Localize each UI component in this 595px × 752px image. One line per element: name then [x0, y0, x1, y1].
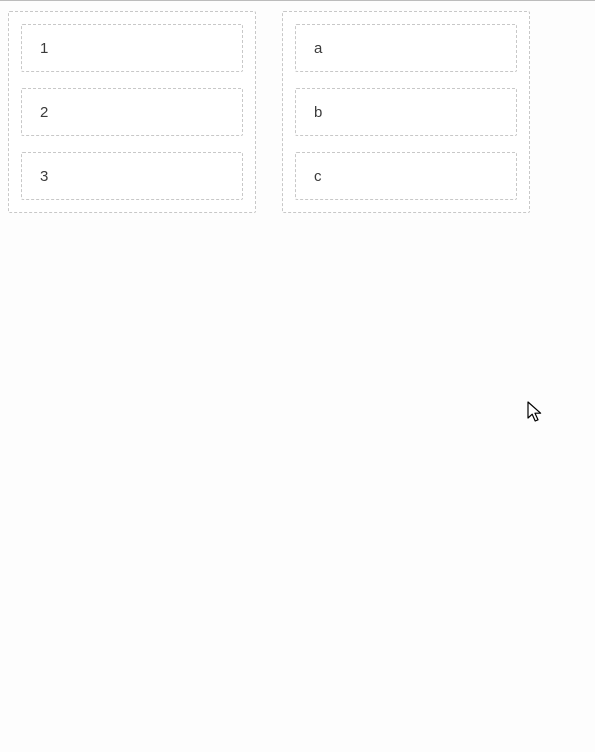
- list-item-label: b: [314, 104, 322, 121]
- list-item-label: 2: [40, 104, 48, 121]
- list-item[interactable]: 1: [21, 24, 243, 72]
- sortable-demo: 1 2 3 a b c: [0, 1, 595, 213]
- list-item-label: 3: [40, 168, 48, 185]
- list-item-label: c: [314, 168, 322, 185]
- left-sortable-list[interactable]: 1 2 3: [8, 11, 256, 213]
- list-item-label: 1: [40, 40, 48, 57]
- right-sortable-list[interactable]: a b c: [282, 11, 530, 213]
- list-item[interactable]: a: [295, 24, 517, 72]
- list-item[interactable]: 3: [21, 152, 243, 200]
- list-item[interactable]: c: [295, 152, 517, 200]
- list-item[interactable]: 2: [21, 88, 243, 136]
- list-item-label: a: [314, 40, 322, 57]
- cursor-icon: [527, 401, 545, 423]
- list-item[interactable]: b: [295, 88, 517, 136]
